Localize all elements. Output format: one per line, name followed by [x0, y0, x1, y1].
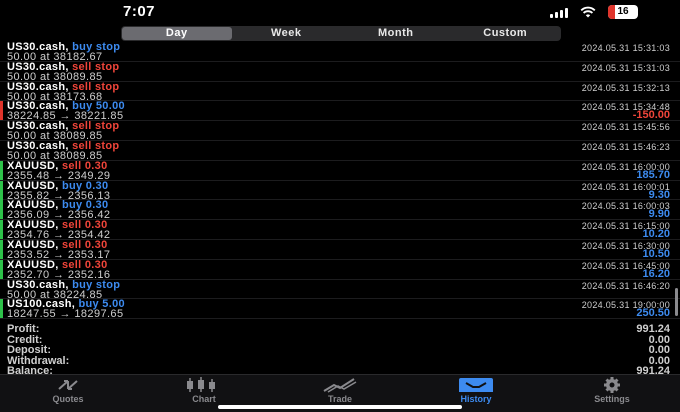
deal-detail: 18247.55 → 18297.65 — [7, 308, 124, 321]
result-marker — [0, 62, 3, 81]
wifi-icon — [580, 6, 596, 19]
deal-amount: 16.20 — [642, 267, 670, 280]
tab-label: Quotes — [52, 394, 84, 404]
summary: Profit: 991.24 Credit: 0.00 Deposit: 0.00 W… — [0, 324, 680, 377]
deal-amount: 9.30 — [648, 188, 670, 201]
status-icons: 16 — [550, 5, 638, 19]
history-row[interactable]: US30.cash, buy 50.00 38224.85 → 38221.85 2… — [0, 101, 680, 122]
tab-settings[interactable]: Settings — [544, 375, 680, 412]
deal-time: 2024.05.31 15:46:23 — [581, 141, 670, 152]
cellular-signal-icon — [550, 6, 568, 18]
deal-time: 2024.05.31 15:31:03 — [581, 62, 670, 73]
tab-label: Settings — [594, 394, 630, 404]
tab-label: Trade — [327, 394, 352, 404]
deal-time: 2024.05.31 15:45:56 — [581, 122, 670, 133]
battery-level: 16 — [617, 6, 629, 17]
result-marker — [0, 259, 3, 279]
battery-icon: 16 — [608, 5, 638, 19]
summary-value: 0.00 — [648, 344, 670, 356]
history-icon — [408, 377, 544, 393]
deal-amount: 10.20 — [642, 228, 670, 241]
history-row[interactable]: XAUUSD, buy 0.30 2355.82 → 2356.13 2024.05… — [0, 180, 680, 201]
deal-amount: 185.70 — [636, 168, 670, 181]
deal-amount: -150.00 — [632, 109, 670, 122]
status-time: 7:07 — [123, 3, 156, 20]
result-marker — [0, 239, 3, 259]
deal-amount: 10.50 — [642, 247, 670, 260]
tab-quotes[interactable]: Quotes — [0, 375, 136, 412]
history-row[interactable]: US30.cash, buy stop 50.00 at 38224.85 2024… — [0, 279, 680, 300]
result-marker — [0, 280, 3, 299]
segment-day[interactable]: Day — [122, 27, 232, 40]
history-row[interactable]: US30.cash, sell stop 50.00 at 38173.68 202… — [0, 81, 680, 102]
history-row[interactable]: US30.cash, buy stop 50.00 at 38182.67 2024… — [0, 42, 680, 63]
tab-label: Chart — [192, 394, 216, 404]
status-bar: 7:07 16 — [0, 0, 680, 24]
deal-time: 2024.05.31 15:31:03 — [581, 43, 670, 53]
tab-label: History — [460, 394, 492, 404]
summary-profit: Profit: 991.24 — [0, 324, 680, 335]
result-marker — [0, 101, 3, 121]
segment-custom[interactable]: Custom — [451, 27, 561, 40]
summary-withdrawal: Withdrawal: 0.00 — [0, 354, 680, 367]
history-row[interactable]: XAUUSD, buy 0.30 2356.09 → 2356.42 2024.05… — [0, 200, 680, 221]
summary-value: 0.00 — [648, 333, 670, 346]
deal-amount: 250.50 — [636, 307, 670, 320]
result-marker — [0, 180, 3, 200]
result-marker — [0, 200, 3, 220]
summary-deposit: Deposit: 0.00 — [0, 345, 680, 356]
history-row[interactable]: US30.cash, sell stop 50.00 at 38089.85 202… — [0, 140, 680, 161]
deal-time: 2024.05.31 15:32:13 — [581, 82, 670, 93]
history-row[interactable]: XAUUSD, sell 0.30 2355.48 → 2349.29 2024.0… — [0, 160, 680, 181]
summary-label: Credit: — [7, 333, 43, 346]
segment-month[interactable]: Month — [341, 27, 451, 40]
summary-value: 991.24 — [636, 323, 670, 335]
result-marker — [0, 141, 3, 160]
result-marker — [0, 220, 3, 240]
history-row[interactable]: XAUUSD, sell 0.30 2352.70 → 2352.16 2024.0… — [0, 259, 680, 280]
history-row[interactable]: US30.cash, sell stop 50.00 at 38089.85 202… — [0, 61, 680, 82]
result-marker — [0, 299, 3, 319]
deal-time: 2024.05.31 16:46:20 — [581, 280, 670, 291]
history-row[interactable]: XAUUSD, sell 0.30 2354.76 → 2354.42 2024.0… — [0, 220, 680, 241]
quotes-icon — [0, 377, 136, 393]
segment-week[interactable]: Week — [232, 27, 342, 40]
history-list: US30.cash, buy stop 50.00 at 38182.67 2024… — [0, 42, 680, 321]
summary-credit: Credit: 0.00 — [0, 333, 680, 346]
chart-icon — [136, 377, 272, 393]
deal-amount: 9.90 — [648, 208, 670, 221]
summary-value: 0.00 — [648, 354, 670, 367]
history-row[interactable]: XAUUSD, sell 0.30 2353.52 → 2353.17 2024.0… — [0, 239, 680, 260]
summary-label: Profit: — [7, 323, 40, 335]
result-marker — [0, 160, 3, 180]
result-marker — [0, 42, 3, 61]
home-indicator — [218, 405, 462, 409]
history-row[interactable]: US100.cash, buy 5.00 18247.55 → 18297.65 2… — [0, 299, 680, 321]
summary-label: Deposit: — [7, 344, 51, 356]
trade-icon — [272, 377, 408, 393]
result-marker — [0, 121, 3, 140]
period-segmented-control: Day Week Month Custom — [121, 26, 561, 41]
settings-icon — [544, 377, 680, 393]
summary-label: Withdrawal: — [7, 354, 70, 367]
history-row[interactable]: US30.cash, sell stop 50.00 at 38089.85 202… — [0, 121, 680, 142]
result-marker — [0, 82, 3, 101]
scrollbar[interactable] — [675, 288, 678, 316]
